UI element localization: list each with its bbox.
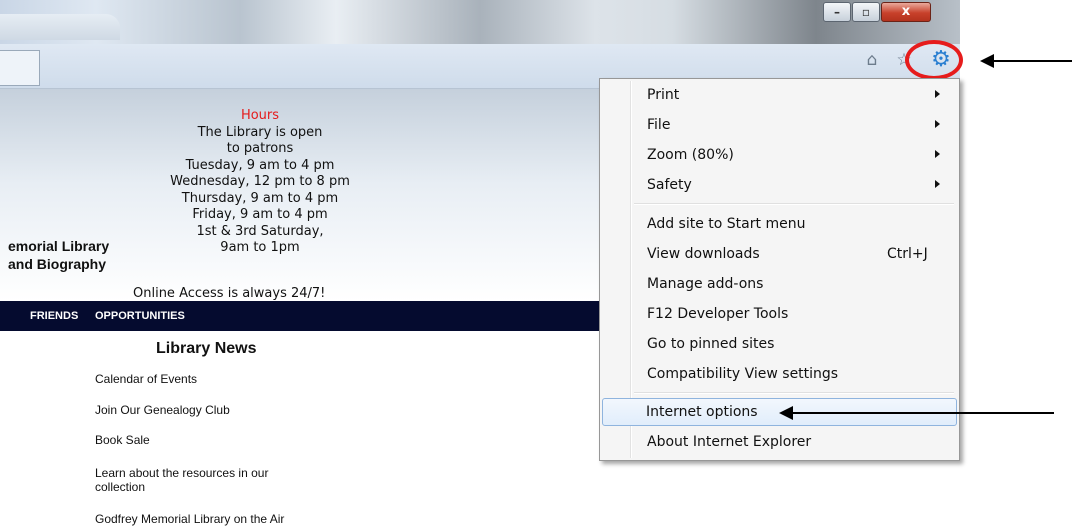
menu-item-pinned-sites[interactable]: Go to pinned sites <box>602 330 957 358</box>
menu-item-label: View downloads <box>647 246 760 262</box>
menu-item-label: Zoom (80%) <box>647 147 734 163</box>
news-link-genealogy-club[interactable]: Join Our Genealogy Club <box>95 403 345 417</box>
news-link-book-sale[interactable]: Book Sale <box>95 433 345 447</box>
annotation-arrow-head-icon <box>980 54 994 68</box>
menu-item-label: F12 Developer Tools <box>647 306 789 322</box>
menu-item-zoom[interactable]: Zoom (80%) <box>602 141 957 169</box>
menu-item-label: Compatibility View settings <box>647 366 839 382</box>
menu-item-dev-tools[interactable]: F12 Developer Tools <box>602 300 957 328</box>
minimize-button[interactable]: – <box>823 2 851 22</box>
menu-item-about-ie[interactable]: About Internet Explorer <box>602 428 957 456</box>
window-title-bar: – ▫ x <box>0 0 960 44</box>
submenu-arrow-icon <box>935 90 940 98</box>
menu-item-print[interactable]: Print <box>602 81 957 109</box>
online-access-note: Online Access is always 24/7! <box>133 286 326 301</box>
hours-line: 9am to 1pm <box>220 240 300 255</box>
hours-block: Hours The Library is open to patrons Tue… <box>110 108 410 257</box>
hours-line: Wednesday, 12 pm to 8 pm <box>170 174 350 189</box>
menu-separator <box>634 203 954 205</box>
menu-item-label: Internet options <box>646 404 758 420</box>
hours-line: Tuesday, 9 am to 4 pm <box>185 157 335 173</box>
menu-item-label: File <box>647 117 671 133</box>
hours-line: Friday, 9 am to 4 pm <box>192 207 328 222</box>
annotation-arrow-line <box>992 60 1072 62</box>
gear-highlight-circle <box>905 40 963 80</box>
annotation-arrow-head-icon <box>779 406 793 420</box>
library-news-title: Library News <box>156 340 257 357</box>
menu-item-label: About Internet Explorer <box>647 434 812 450</box>
menu-item-label: Manage add-ons <box>647 276 764 292</box>
submenu-arrow-icon <box>935 180 940 188</box>
minimize-icon: – <box>834 5 840 19</box>
close-icon: x <box>901 4 911 19</box>
address-bar[interactable] <box>0 50 40 86</box>
site-nav: FRIENDS OPPORTUNITIES <box>0 301 600 331</box>
menu-separator <box>634 392 954 394</box>
close-button[interactable]: x <box>881 2 931 22</box>
menu-item-file[interactable]: File <box>602 111 957 139</box>
hours-line: 1st & 3rd Saturday, <box>196 223 324 239</box>
library-name: emorial Library and Biography <box>8 237 109 273</box>
maximize-icon: ▫ <box>861 5 871 19</box>
hours-title: Hours <box>240 108 280 123</box>
menu-shortcut: Ctrl+J <box>887 246 928 262</box>
menu-item-compat-view[interactable]: Compatibility View settings <box>602 360 957 388</box>
maximize-button[interactable]: ▫ <box>852 2 880 22</box>
news-link-on-the-air[interactable]: Godfrey Memorial Library on the Air <box>95 512 345 526</box>
library-name-line: and Biography <box>8 256 107 272</box>
menu-item-label: Safety <box>647 177 692 193</box>
browser-tab[interactable] <box>0 14 120 40</box>
library-name-line: emorial Library <box>8 238 110 254</box>
menu-item-view-downloads[interactable]: View downloads Ctrl+J <box>602 240 957 268</box>
menu-item-label: Go to pinned sites <box>647 336 775 352</box>
hours-line: Thursday, 9 am to 4 pm <box>181 190 339 206</box>
news-link-resources[interactable]: Learn about the resources in our collect… <box>95 466 315 494</box>
menu-item-safety[interactable]: Safety <box>602 171 957 199</box>
menu-item-label: Add site to Start menu <box>647 216 806 232</box>
nav-opportunities[interactable]: OPPORTUNITIES <box>95 310 185 322</box>
menu-item-label: Print <box>647 87 680 103</box>
menu-item-add-site[interactable]: Add site to Start menu <box>602 210 957 238</box>
nav-friends[interactable]: FRIENDS <box>30 310 78 322</box>
tools-menu: Print File Zoom (80%) Safety Add site to… <box>599 78 960 461</box>
home-icon[interactable]: ⌂ <box>861 49 883 71</box>
annotation-arrow-line <box>792 412 1054 414</box>
submenu-arrow-icon <box>935 120 940 128</box>
menu-item-manage-addons[interactable]: Manage add-ons <box>602 270 957 298</box>
hours-line: to patrons <box>226 141 294 156</box>
submenu-arrow-icon <box>935 150 940 158</box>
news-link-calendar[interactable]: Calendar of Events <box>95 372 345 386</box>
hours-line: The Library is open <box>197 124 323 140</box>
